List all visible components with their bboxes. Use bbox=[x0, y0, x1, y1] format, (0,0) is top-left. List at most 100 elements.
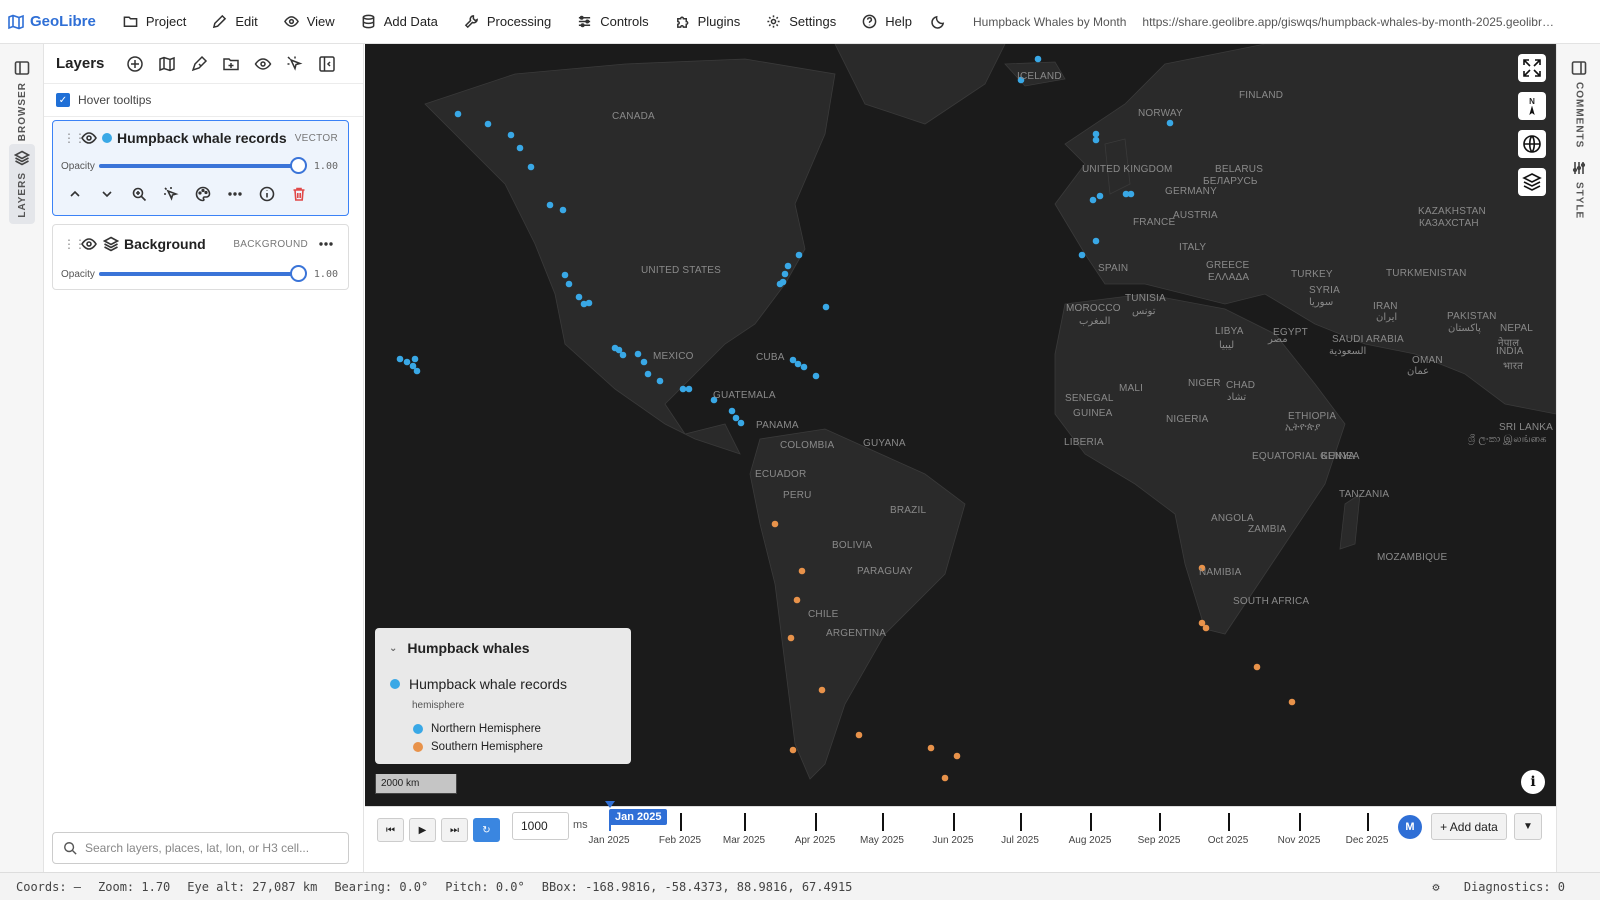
whale-record-point[interactable] bbox=[822, 303, 830, 311]
whale-record-point[interactable] bbox=[812, 372, 820, 380]
hover-tooltips-toggle[interactable]: ✓ Hover tooltips bbox=[44, 84, 363, 117]
menu-view[interactable]: View bbox=[283, 14, 335, 29]
map-canvas[interactable]: ICELAND FINLAND NORWAY CANADA UNITED KINGDOM… bbox=[365, 44, 1556, 806]
share-url[interactable]: https://share.geolibre.app/giswqs/humpba… bbox=[1142, 15, 1554, 29]
whale-record-point[interactable] bbox=[941, 774, 949, 782]
whale-record-point[interactable] bbox=[411, 355, 419, 363]
whale-record-point[interactable] bbox=[793, 596, 801, 604]
move-down-icon[interactable] bbox=[99, 186, 115, 202]
whale-record-point[interactable] bbox=[794, 360, 802, 368]
whale-record-point[interactable] bbox=[855, 731, 863, 739]
timeline-tick[interactable] bbox=[680, 813, 682, 831]
whale-record-point[interactable] bbox=[800, 363, 808, 371]
whale-record-point[interactable] bbox=[1092, 136, 1100, 144]
timeline-tick[interactable] bbox=[1367, 813, 1369, 831]
tab-browser[interactable]: BROWSER bbox=[9, 54, 35, 147]
menu-edit[interactable]: Edit bbox=[212, 14, 258, 29]
whale-record-point[interactable] bbox=[1288, 698, 1296, 706]
timeline-tick[interactable] bbox=[1020, 813, 1022, 831]
draw-icon[interactable] bbox=[190, 55, 208, 73]
zoom-to-layer-icon[interactable] bbox=[131, 186, 147, 202]
whale-record-point[interactable] bbox=[484, 120, 492, 128]
whale-record-point[interactable] bbox=[1253, 663, 1261, 671]
whale-record-point[interactable] bbox=[953, 752, 961, 760]
tab-layers[interactable]: LAYERS bbox=[9, 144, 35, 224]
whale-record-point[interactable] bbox=[1127, 190, 1135, 198]
whale-record-point[interactable] bbox=[1089, 196, 1097, 204]
timeline-tick[interactable] bbox=[609, 813, 611, 831]
tab-style[interactable]: STYLE bbox=[1566, 154, 1592, 225]
compass-button[interactable]: N bbox=[1518, 92, 1546, 120]
whale-record-point[interactable] bbox=[1034, 55, 1042, 63]
menu-settings[interactable]: Settings bbox=[766, 14, 836, 29]
timeline-tick[interactable] bbox=[1299, 813, 1301, 831]
menu-project[interactable]: Project bbox=[123, 14, 186, 29]
whale-record-point[interactable] bbox=[795, 251, 803, 259]
legend-header[interactable]: ⌄ Humpback whales bbox=[375, 628, 631, 656]
whale-record-point[interactable] bbox=[787, 634, 795, 642]
whale-record-point[interactable] bbox=[454, 110, 462, 118]
whale-record-point[interactable] bbox=[644, 370, 652, 378]
whale-record-point[interactable] bbox=[559, 206, 567, 214]
opacity-slider[interactable] bbox=[98, 265, 307, 282]
layer-item-humpback[interactable]: ⋮⋮ Humpback whale records VECTOR Opacity… bbox=[52, 120, 349, 216]
layer-search[interactable]: Search layers, places, lat, lon, or H3 c… bbox=[52, 832, 349, 864]
eye-icon[interactable] bbox=[81, 130, 97, 146]
move-up-icon[interactable] bbox=[67, 186, 83, 202]
whale-record-point[interactable] bbox=[798, 567, 806, 575]
opacity-slider[interactable] bbox=[98, 157, 307, 174]
whale-record-point[interactable] bbox=[927, 744, 935, 752]
whale-record-point[interactable] bbox=[396, 355, 404, 363]
whale-record-point[interactable] bbox=[1092, 130, 1100, 138]
whale-record-point[interactable] bbox=[818, 686, 826, 694]
whale-record-point[interactable] bbox=[737, 419, 745, 427]
more-options-icon[interactable] bbox=[227, 186, 243, 202]
timeline-tick[interactable] bbox=[1228, 813, 1230, 831]
more-options-icon[interactable] bbox=[318, 236, 334, 252]
delete-icon[interactable] bbox=[291, 186, 307, 202]
add-group-icon[interactable] bbox=[222, 55, 240, 73]
collapse-panel-icon[interactable] bbox=[318, 55, 336, 73]
whale-record-point[interactable] bbox=[619, 351, 627, 359]
timeline-tick[interactable] bbox=[1159, 813, 1161, 831]
whale-record-point[interactable] bbox=[732, 414, 740, 422]
menu-help[interactable]: Help bbox=[862, 14, 912, 29]
whale-record-point[interactable] bbox=[516, 144, 524, 152]
menu-plugins[interactable]: Plugins bbox=[675, 14, 740, 29]
fullscreen-button[interactable] bbox=[1518, 54, 1546, 82]
menu-controls[interactable]: Controls bbox=[577, 14, 649, 29]
globe-button[interactable] bbox=[1518, 130, 1546, 158]
search-input[interactable]: Search layers, places, lat, lon, or H3 c… bbox=[85, 841, 309, 855]
layer-item-background[interactable]: ⋮⋮ Background BACKGROUND Opacity 1.00 bbox=[52, 224, 349, 290]
visibility-icon[interactable] bbox=[254, 55, 272, 73]
basemap-icon[interactable] bbox=[158, 55, 176, 73]
whale-record-point[interactable] bbox=[565, 280, 573, 288]
menu-add-data[interactable]: Add Data bbox=[361, 14, 438, 29]
whale-record-point[interactable] bbox=[561, 271, 569, 279]
style-palette-icon[interactable] bbox=[195, 186, 211, 202]
whale-record-point[interactable] bbox=[546, 201, 554, 209]
whale-record-point[interactable] bbox=[527, 163, 535, 171]
diagnostics-button[interactable]: ⚙ Diagnostics: 0 bbox=[1432, 880, 1582, 894]
whale-record-point[interactable] bbox=[781, 270, 789, 278]
add-layer-icon[interactable] bbox=[126, 55, 144, 73]
drag-handle-icon[interactable]: ⋮⋮ bbox=[63, 237, 86, 251]
whale-record-point[interactable] bbox=[679, 385, 687, 393]
layers-control-button[interactable] bbox=[1518, 168, 1546, 196]
whale-record-point[interactable] bbox=[1078, 251, 1086, 259]
whale-record-point[interactable] bbox=[656, 377, 664, 385]
timeline-tick[interactable] bbox=[882, 813, 884, 831]
whale-record-point[interactable] bbox=[1202, 624, 1210, 632]
timeline-tick[interactable] bbox=[1090, 813, 1092, 831]
whale-record-point[interactable] bbox=[1096, 192, 1104, 200]
tab-comments[interactable]: COMMENTS bbox=[1566, 54, 1592, 154]
whale-record-point[interactable] bbox=[784, 262, 792, 270]
add-data-button[interactable]: + Add data bbox=[1431, 813, 1507, 840]
theme-toggle[interactable] bbox=[931, 14, 946, 29]
select-icon[interactable] bbox=[286, 55, 304, 73]
hover-tooltips-checkbox[interactable]: ✓ bbox=[56, 93, 70, 107]
whale-record-point[interactable] bbox=[685, 385, 693, 393]
whale-record-point[interactable] bbox=[640, 358, 648, 366]
whale-record-point[interactable] bbox=[728, 407, 736, 415]
opacity-slider-thumb[interactable] bbox=[289, 265, 307, 282]
